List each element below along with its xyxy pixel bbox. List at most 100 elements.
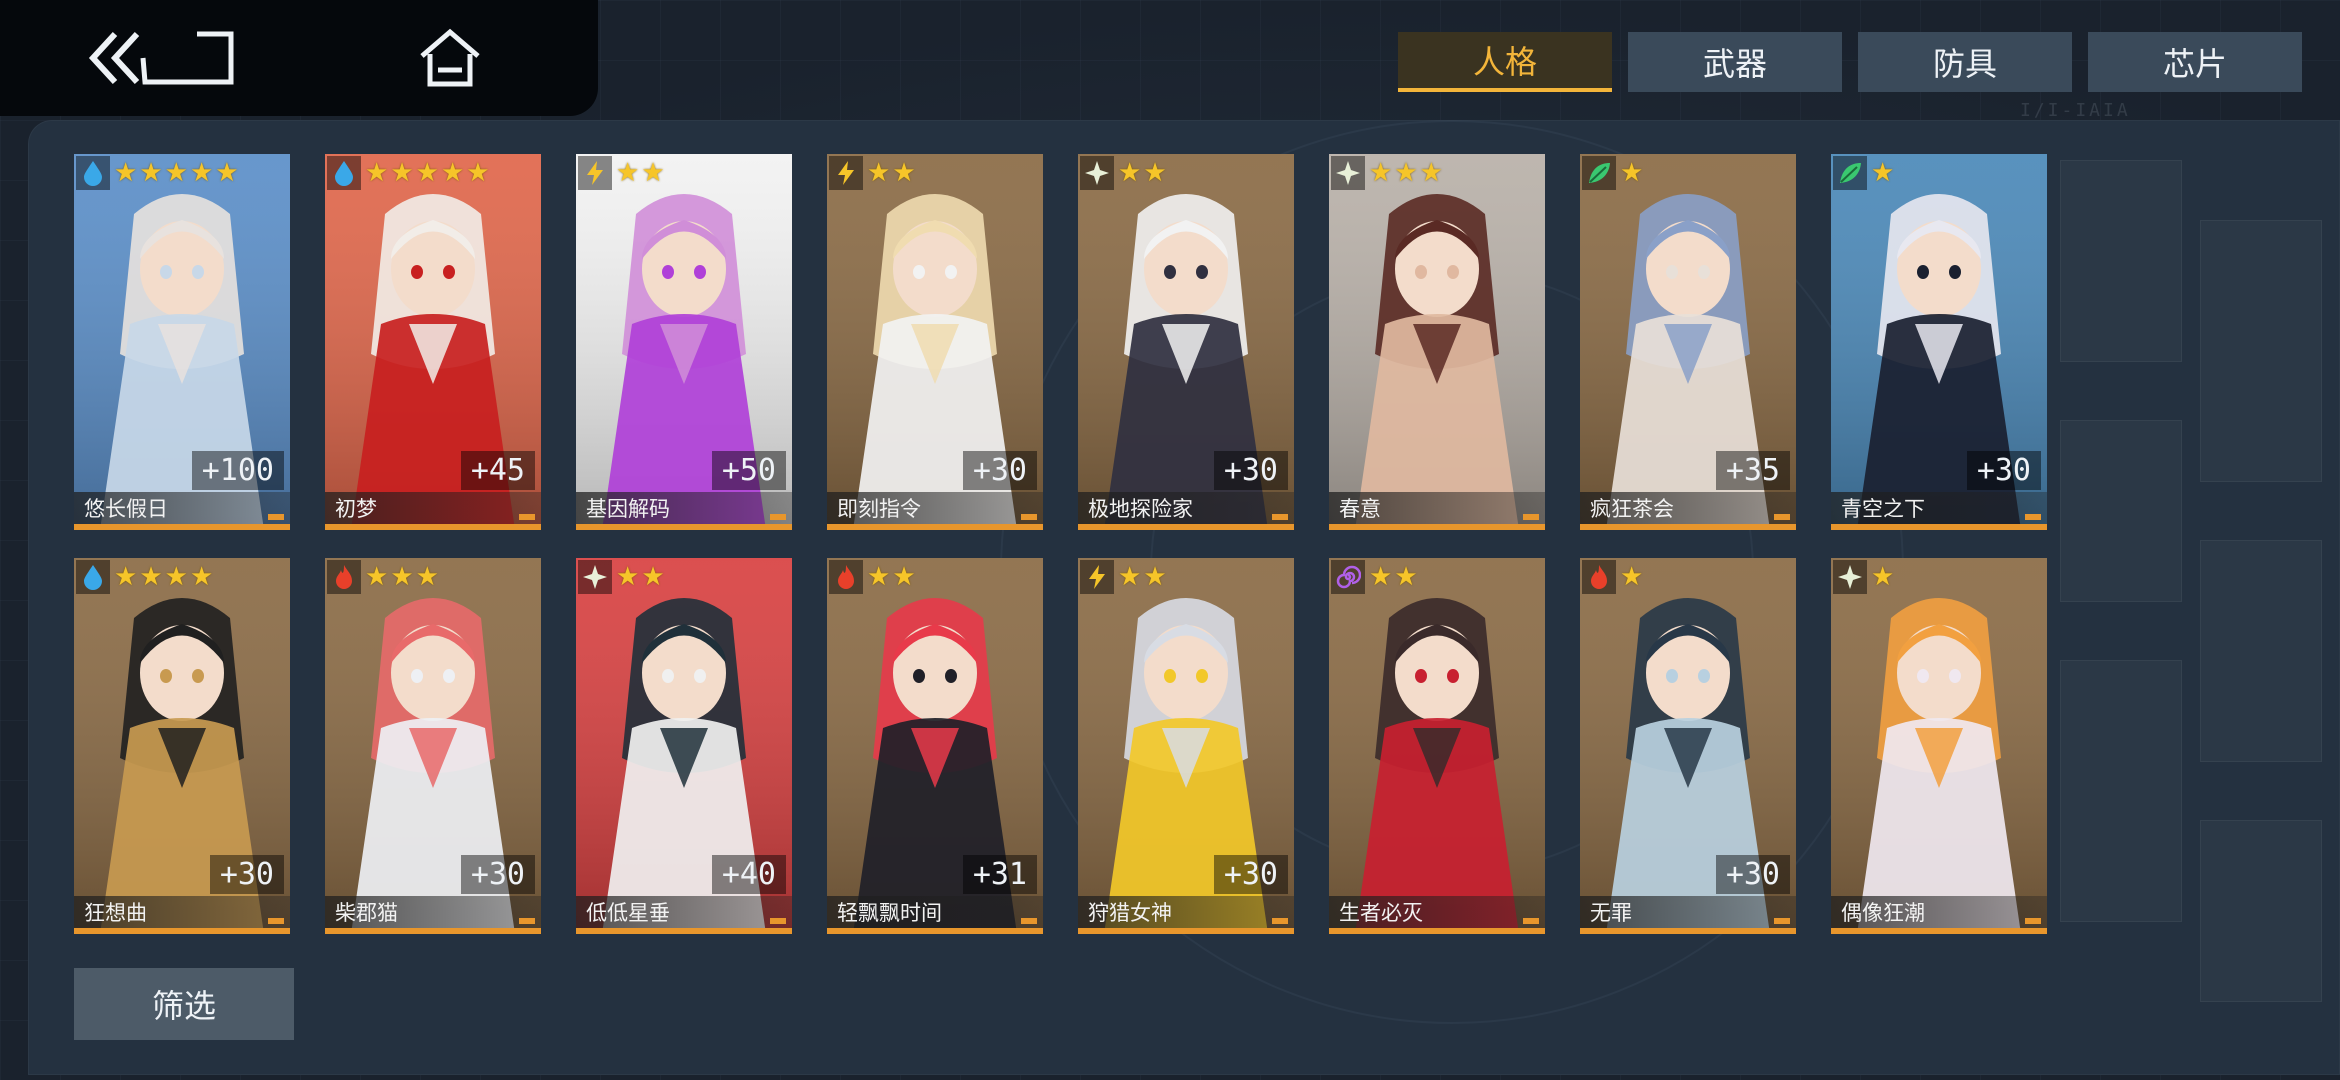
star-rating: ★ ★ ★ ★ ★ [114,158,239,188]
card-corner-mark [1774,514,1790,520]
card-bottom-line [325,524,541,530]
card-corner-mark [2025,918,2041,924]
card-name: 春意 [1329,492,1545,524]
star-rating: ★ [1871,562,1894,592]
fire-icon [829,560,863,594]
star-rating: ★ ★ [616,562,665,592]
card-corner-mark [1272,514,1288,520]
star-icon: ★ [114,158,138,188]
persona-card[interactable]: ★ ★ ★ ★ ★ +45 初梦 [325,154,541,530]
level-badge: +30 [1213,451,1288,490]
star-icon: ★ [365,562,389,592]
card-bottom-line [74,524,290,530]
category-tabs: 人格 武器 防具 芯片 [1398,32,2302,92]
card-bottom-line [1831,928,2047,934]
persona-card[interactable]: ★ ★ +30 狩猎女神 [1078,558,1294,934]
sparkle-icon [578,560,612,594]
star-icon: ★ [189,158,214,188]
persona-card[interactable]: ★ ★ ★ ★ ★ +100 悠长假日 [74,154,290,530]
card-name: 初梦 [325,492,541,524]
star-icon: ★ [1394,158,1418,188]
top-navigation-bar [0,0,598,116]
star-icon: ★ [189,562,214,592]
level-badge: +100 [191,451,284,490]
card-name: 低低星垂 [576,896,792,928]
card-name: 极地探险家 [1078,492,1294,524]
persona-card[interactable]: ★ ★ +50 基因解码 [576,154,792,530]
persona-card[interactable]: ★ ★ +30 即刻指令 [827,154,1043,530]
lightning-icon [829,156,863,190]
persona-card[interactable]: ★ ★ +31 轻飘飘时间 [827,558,1043,934]
star-rating: ★ [1620,158,1643,188]
persona-card[interactable]: ★ ★ ★ +30 柴郡猫 [325,558,541,934]
card-bottom-line [1078,928,1294,934]
card-corner-mark [1774,918,1790,924]
star-icon: ★ [1620,158,1644,188]
star-icon: ★ [390,158,414,188]
star-icon: ★ [1871,158,1895,188]
star-icon: ★ [641,562,665,592]
card-bottom-line [1580,928,1796,934]
persona-card[interactable]: ★ ★ 生者必灭 [1329,558,1545,934]
persona-card[interactable]: ★ ★ ★ 春意 [1329,154,1545,530]
tab-1[interactable]: 武器 [1628,32,1842,92]
card-bottom-line [1831,524,2047,530]
card-name: 柴郡猫 [325,896,541,928]
star-rating: ★ ★ ★ [365,562,439,592]
card-name: 狩猎女神 [1078,896,1294,928]
water-drop-icon [327,156,361,190]
card-name: 狂想曲 [74,896,290,928]
card-corner-mark [1523,514,1539,520]
sparkle-icon [1833,560,1867,594]
star-icon: ★ [1369,562,1393,592]
persona-card[interactable]: ★ ★ +40 低低星垂 [576,558,792,934]
character-portrait [1329,558,1545,934]
card-bottom-line [74,928,290,934]
persona-card[interactable]: ★ +35 疯狂茶会 [1580,154,1796,530]
star-rating: ★ ★ [1369,562,1418,592]
card-corner-mark [770,918,786,924]
star-rating: ★ ★ [1118,158,1167,188]
card-name: 悠长假日 [74,492,290,524]
level-badge: +31 [962,855,1037,894]
spiral-icon [1331,560,1365,594]
card-corner-mark [268,514,284,520]
star-rating: ★ ★ [1118,562,1167,592]
persona-card[interactable]: ★ ★ +30 极地探险家 [1078,154,1294,530]
leaf-icon [1582,156,1616,190]
home-button[interactable] [410,18,490,98]
star-rating: ★ ★ ★ ★ [114,562,213,592]
star-icon: ★ [867,158,891,188]
card-name: 轻飘飘时间 [827,896,1043,928]
star-icon: ★ [1143,158,1167,188]
level-badge: +30 [962,451,1037,490]
persona-card[interactable]: ★ +30 无罪 [1580,558,1796,934]
star-icon: ★ [1143,562,1167,592]
card-bottom-line [1329,524,1545,530]
lightning-icon [578,156,612,190]
level-badge: +50 [711,451,786,490]
card-bottom-line [576,524,792,530]
star-rating: ★ ★ ★ ★ ★ [365,158,490,188]
star-icon: ★ [1118,158,1142,188]
star-icon: ★ [1620,562,1644,592]
persona-card[interactable]: ★ +30 青空之下 [1831,154,2047,530]
persona-card[interactable]: ★ 偶像狂潮 [1831,558,2047,934]
star-icon: ★ [164,158,188,188]
tab-0[interactable]: 人格 [1398,32,1612,92]
card-corner-mark [519,514,535,520]
background-block-decoration [2040,120,2340,1080]
star-rating: ★ ★ [616,158,665,188]
filter-button[interactable]: 筛选 [74,968,294,1040]
lightning-icon [1080,560,1114,594]
card-bottom-line [827,524,1043,530]
star-icon: ★ [365,158,389,188]
persona-card[interactable]: ★ ★ ★ ★ +30 狂想曲 [74,558,290,934]
star-icon: ★ [1118,562,1142,592]
back-button[interactable] [80,18,240,98]
tab-3[interactable]: 芯片 [2088,32,2302,92]
back-icon [88,31,234,85]
tab-2[interactable]: 防具 [1858,32,2072,92]
card-bottom-line [827,928,1043,934]
level-badge: +45 [460,451,535,490]
